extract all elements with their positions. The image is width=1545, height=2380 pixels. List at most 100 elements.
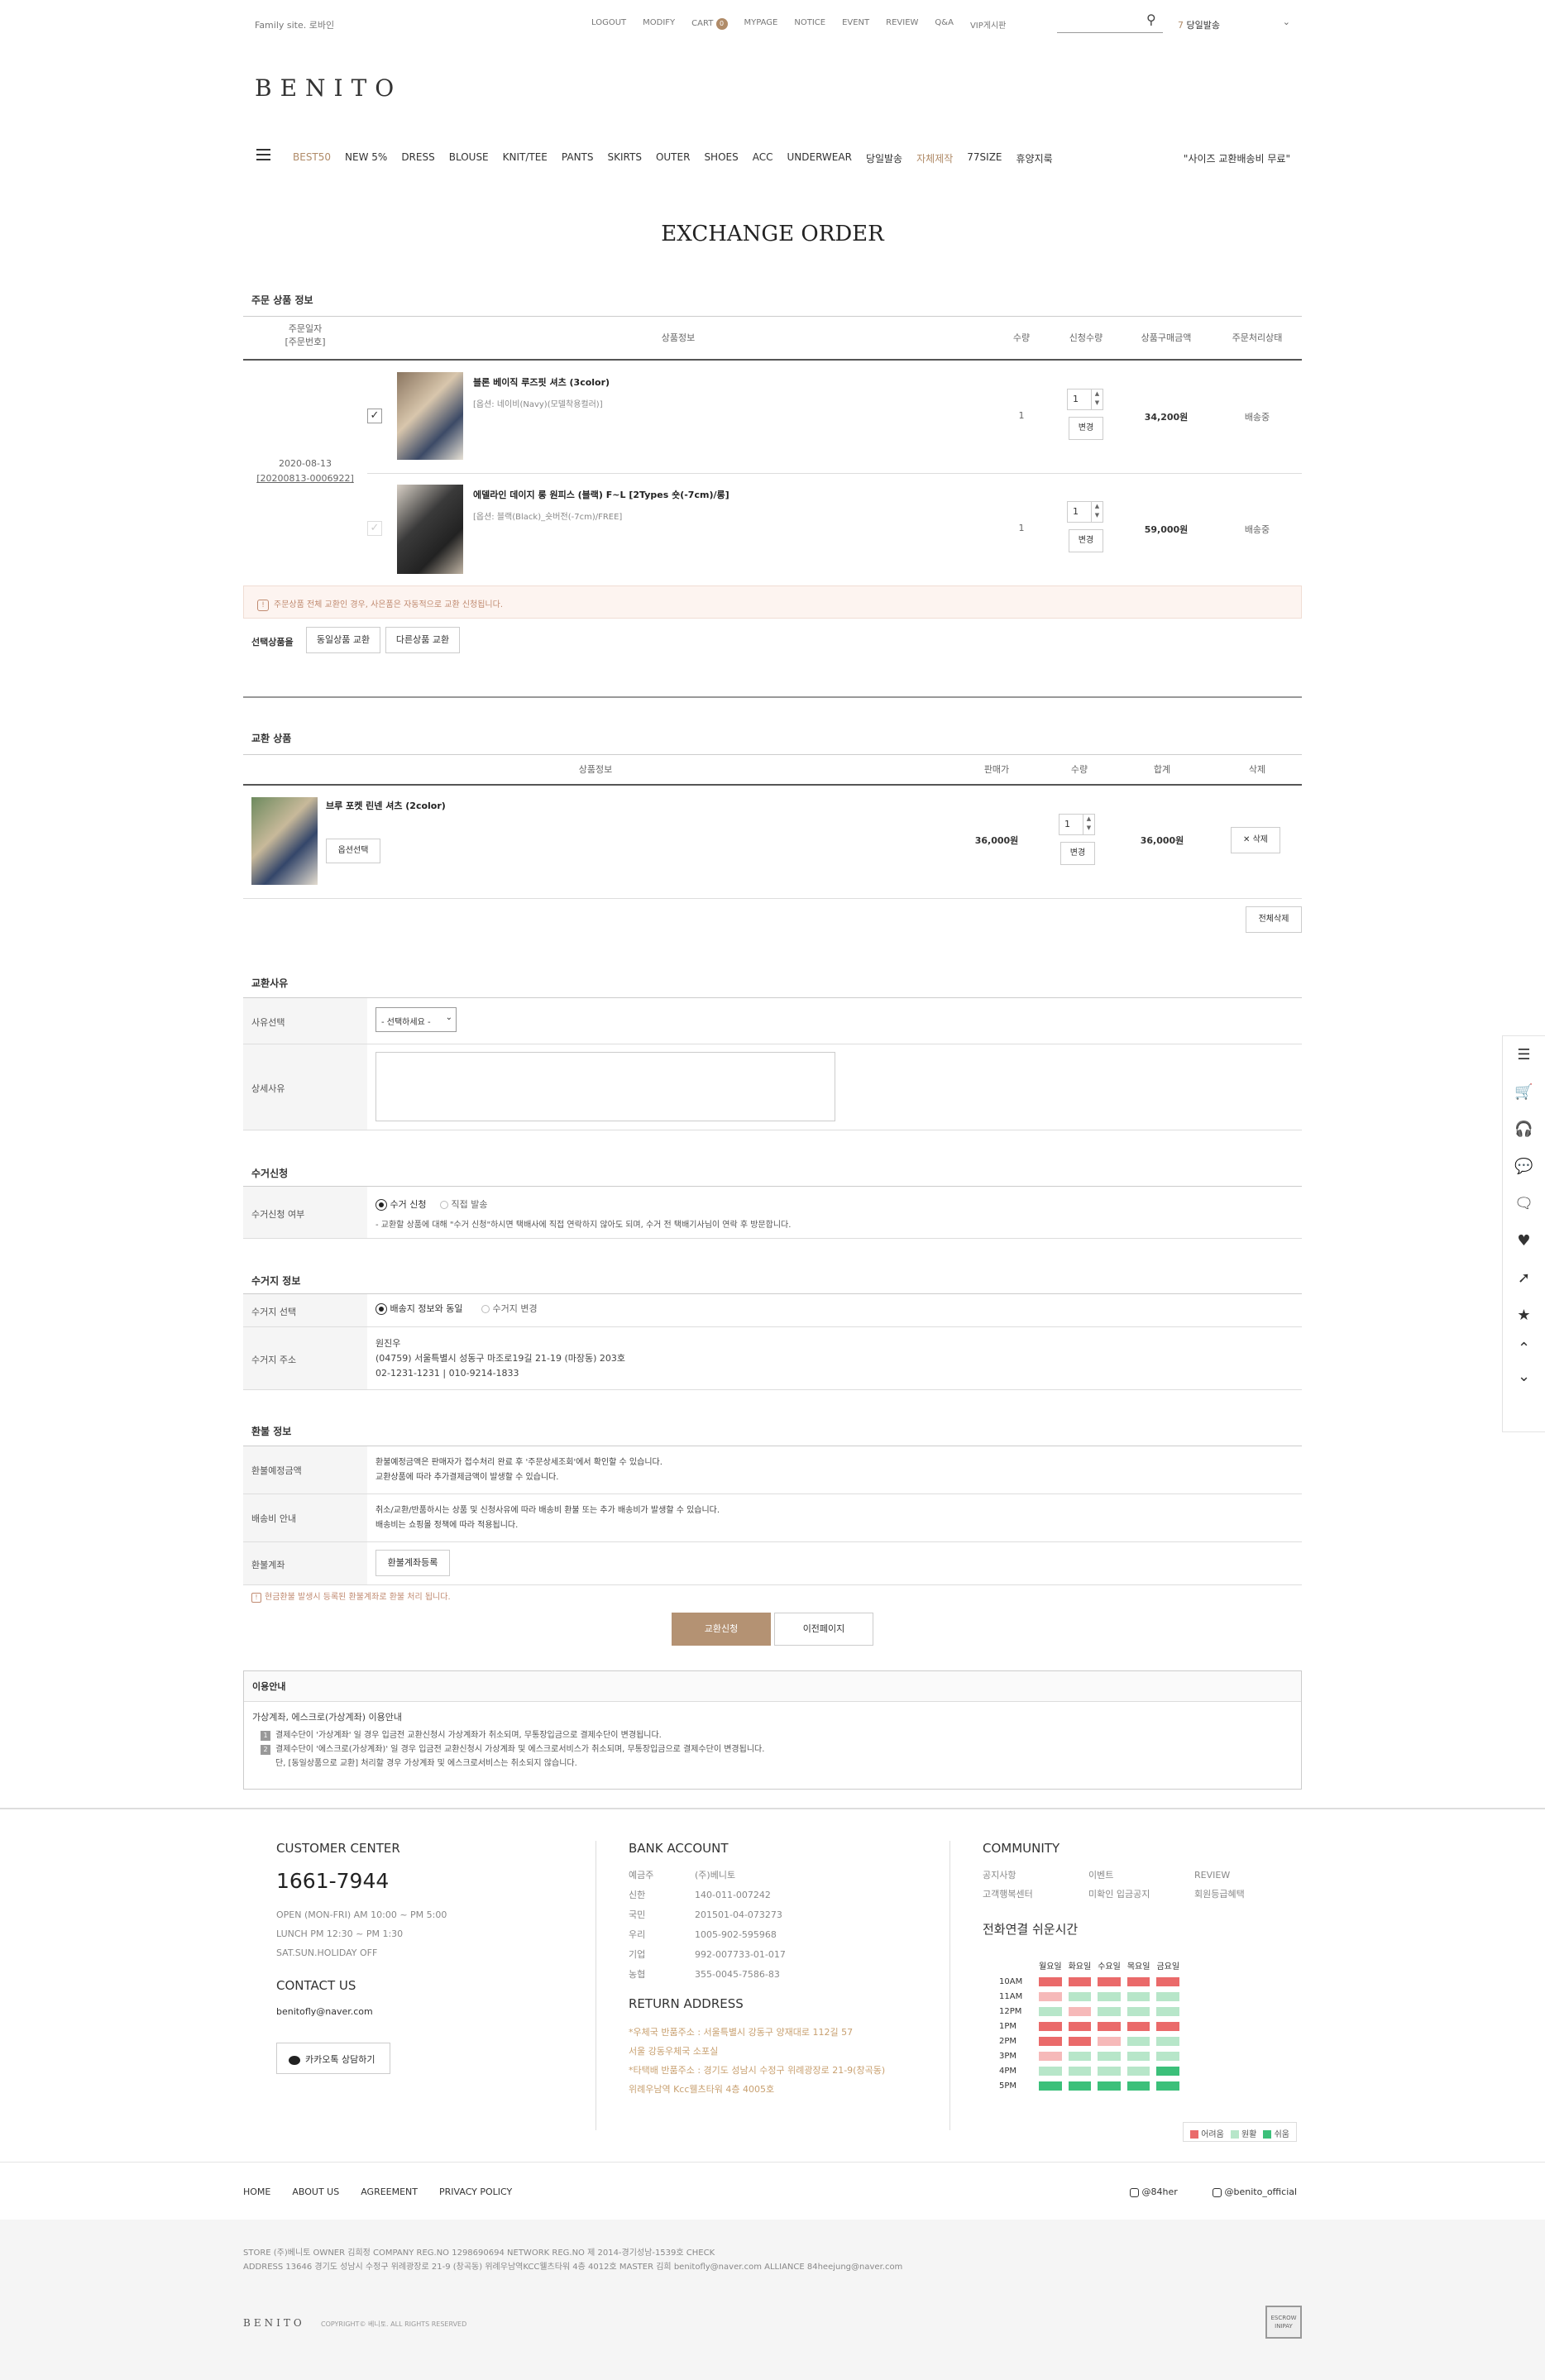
cursor-icon[interactable]: ➚ <box>1503 1259 1545 1297</box>
nav-77size[interactable]: 77SIZE <box>967 151 1002 165</box>
kakao-chat-button[interactable]: 카카오톡 상담하기 <box>276 2043 390 2074</box>
nav-blouse[interactable]: BLOUSE <box>449 151 489 165</box>
nav-pants[interactable]: PANTS <box>562 151 594 165</box>
pickup-radio-change[interactable]: 수거지 변경 <box>481 1302 538 1315</box>
nav-promo[interactable]: "사이즈 교환배송비 무료" <box>1184 151 1290 165</box>
call-time-cell <box>1068 2081 1092 2091</box>
contact-email[interactable]: benitofly@naver.com <box>276 2006 373 2017</box>
nav-new[interactable]: NEW 5% <box>345 151 387 165</box>
nav-underwear[interactable]: UNDERWEAR <box>787 151 852 165</box>
delete-item-button[interactable]: ✕ 삭제 <box>1231 827 1280 853</box>
cart-icon[interactable]: 🛒 <box>1503 1073 1545 1111</box>
pickup-radio-request[interactable]: 수거 신청 <box>375 1197 426 1211</box>
submit-exchange-button[interactable]: 교환신청 <box>672 1613 771 1646</box>
reason-detail-textarea[interactable] <box>375 1052 835 1121</box>
escrow-badge[interactable]: ESCROW INIPAY <box>1265 2306 1302 2339</box>
logout-link[interactable]: LOGOUT <box>591 18 626 31</box>
family-site[interactable]: Family site. 로바인 <box>255 18 334 31</box>
product-thumbnail[interactable] <box>397 372 463 460</box>
heart-icon[interactable]: ♥ <box>1503 1222 1545 1259</box>
pickup-radio-same[interactable]: 배송지 정보와 동일 <box>375 1302 462 1315</box>
instagram-link-2[interactable]: @benito_official <box>1213 2186 1297 2197</box>
nav-outer[interactable]: OUTER <box>656 151 690 165</box>
same-day-dropdown[interactable]: 7 당일발송 ⌄ <box>1178 17 1290 31</box>
exchange-product-name[interactable]: 브루 포켓 린넨 셔츠 (2color) <box>326 799 446 812</box>
quantity-stepper[interactable]: 1 ▲ ▼ <box>1067 389 1103 410</box>
community-review[interactable]: REVIEW <box>1194 1866 1294 1885</box>
guide-sub: 가상계좌, 에스크로(가상계좌) 이용안내 <box>252 1712 402 1723</box>
nav-own-made[interactable]: 자체제작 <box>916 151 953 165</box>
menu-icon[interactable] <box>256 149 270 160</box>
nav-knit[interactable]: KNIT/TEE <box>503 151 548 165</box>
quantity-stepper[interactable]: 1 ▲ ▼ <box>1059 814 1095 835</box>
chevron-down-icon: ⌄ <box>445 1013 452 1022</box>
event-link[interactable]: EVENT <box>842 18 869 31</box>
pickup-radio-direct[interactable]: 직접 발송 <box>440 1197 487 1211</box>
product-thumbnail[interactable] <box>397 485 463 574</box>
call-time-cell <box>1156 2081 1180 2091</box>
call-time-cell <box>1156 2052 1180 2061</box>
call-time-title: 전화연결 쉬운시간 <box>983 1922 1079 1937</box>
community-notice[interactable]: 공지사항 <box>983 1866 1088 1885</box>
qna-link[interactable]: Q&A <box>935 18 954 31</box>
instagram-link-1[interactable]: @84her <box>1130 2186 1178 2197</box>
chat-icon[interactable]: 💬 <box>1503 1148 1545 1185</box>
other-product-exchange-button[interactable]: 다른상품 교환 <box>385 627 460 653</box>
nav-dress[interactable]: DRESS <box>401 151 434 165</box>
notice-link[interactable]: NOTICE <box>794 18 825 31</box>
col-product-info: 상품정보 <box>661 332 696 343</box>
star-icon[interactable]: ★ <box>1503 1297 1545 1334</box>
vip-board-link[interactable]: VIP게시판 <box>970 18 1006 31</box>
order-number-link[interactable]: [20200813-0006922] <box>243 471 367 486</box>
customer-phone[interactable]: 1661-7944 <box>276 1869 389 1893</box>
change-qty-button[interactable]: 변경 <box>1060 842 1095 865</box>
change-qty-button[interactable]: 변경 <box>1069 529 1103 552</box>
nav-best50[interactable]: BEST50 <box>293 151 331 165</box>
reason-select[interactable]: - 선택하세요 - ⌄ <box>375 1007 457 1032</box>
search-icon[interactable]: ⚲ <box>1146 12 1156 27</box>
community-deposit[interactable]: 미확인 입금공지 <box>1088 1885 1194 1904</box>
register-refund-account-button[interactable]: 환불계좌등록 <box>375 1550 450 1576</box>
footer-privacy-link[interactable]: PRIVACY POLICY <box>439 2186 512 2197</box>
item-checkbox[interactable]: ✓ <box>367 409 382 423</box>
nav-resort[interactable]: 휴양지룩 <box>1016 151 1053 165</box>
menu-icon[interactable]: ☰ <box>1503 1036 1545 1073</box>
community-event[interactable]: 이벤트 <box>1088 1866 1194 1885</box>
bank-title: BANK ACCOUNT <box>629 1841 729 1856</box>
call-time-cell <box>1126 1977 1150 1986</box>
option-select-button[interactable]: 옵션선택 <box>326 839 380 863</box>
headset-icon[interactable]: 🎧 <box>1503 1111 1545 1148</box>
cart-link[interactable]: CART 0 <box>691 18 728 31</box>
mypage-link[interactable]: MYPAGE <box>744 18 778 31</box>
footer-agreement-link[interactable]: AGREEMENT <box>361 2186 418 2197</box>
message-icon[interactable]: 🗨 <box>1503 1185 1545 1222</box>
footer-home-link[interactable]: HOME <box>243 2186 270 2197</box>
community-cs[interactable]: 고객행복센터 <box>983 1885 1088 1904</box>
product-thumbnail[interactable] <box>251 797 318 885</box>
call-time-cell <box>1156 1977 1180 1986</box>
nav-acc[interactable]: ACC <box>753 151 773 165</box>
review-link[interactable]: REVIEW <box>886 18 918 31</box>
modify-link[interactable]: MODIFY <box>643 18 675 31</box>
call-time-cell <box>1098 2022 1121 2031</box>
quantity-stepper[interactable]: 1 ▲ ▼ <box>1067 501 1103 523</box>
call-hour-label: 11AM <box>999 1992 1023 2001</box>
nav-skirts[interactable]: SKIRTS <box>608 151 642 165</box>
item-checkbox[interactable]: ✓ <box>367 521 382 536</box>
product-name[interactable]: 에델라인 데이지 롱 원피스 (블랙) F~L [2Types 숏(-7cm)/… <box>473 488 729 501</box>
nav-same-day[interactable]: 당일발송 <box>866 151 902 165</box>
logo[interactable]: BENITO <box>255 74 402 102</box>
change-qty-button[interactable]: 변경 <box>1069 417 1103 440</box>
footer-about-link[interactable]: ABOUT US <box>292 2186 339 2197</box>
product-name[interactable]: 블론 베이직 루즈핏 셔츠 (3color) <box>473 375 610 389</box>
call-time-cell <box>1098 2037 1121 2046</box>
order-section-title: 주문 상품 정보 <box>251 294 313 306</box>
nav-shoes[interactable]: SHOES <box>704 151 738 165</box>
community-membership[interactable]: 회원등급혜택 <box>1194 1885 1294 1904</box>
exchange-product-price: 36,000원 <box>974 835 1019 846</box>
chevron-up-icon[interactable]: ⌃ <box>1503 1334 1545 1362</box>
chevron-down-icon[interactable]: ⌄ <box>1503 1362 1545 1390</box>
delete-all-button[interactable]: 전체삭제 <box>1246 906 1302 933</box>
same-product-exchange-button[interactable]: 동일상품 교환 <box>306 627 380 653</box>
previous-page-button[interactable]: 이전페이지 <box>774 1613 873 1646</box>
